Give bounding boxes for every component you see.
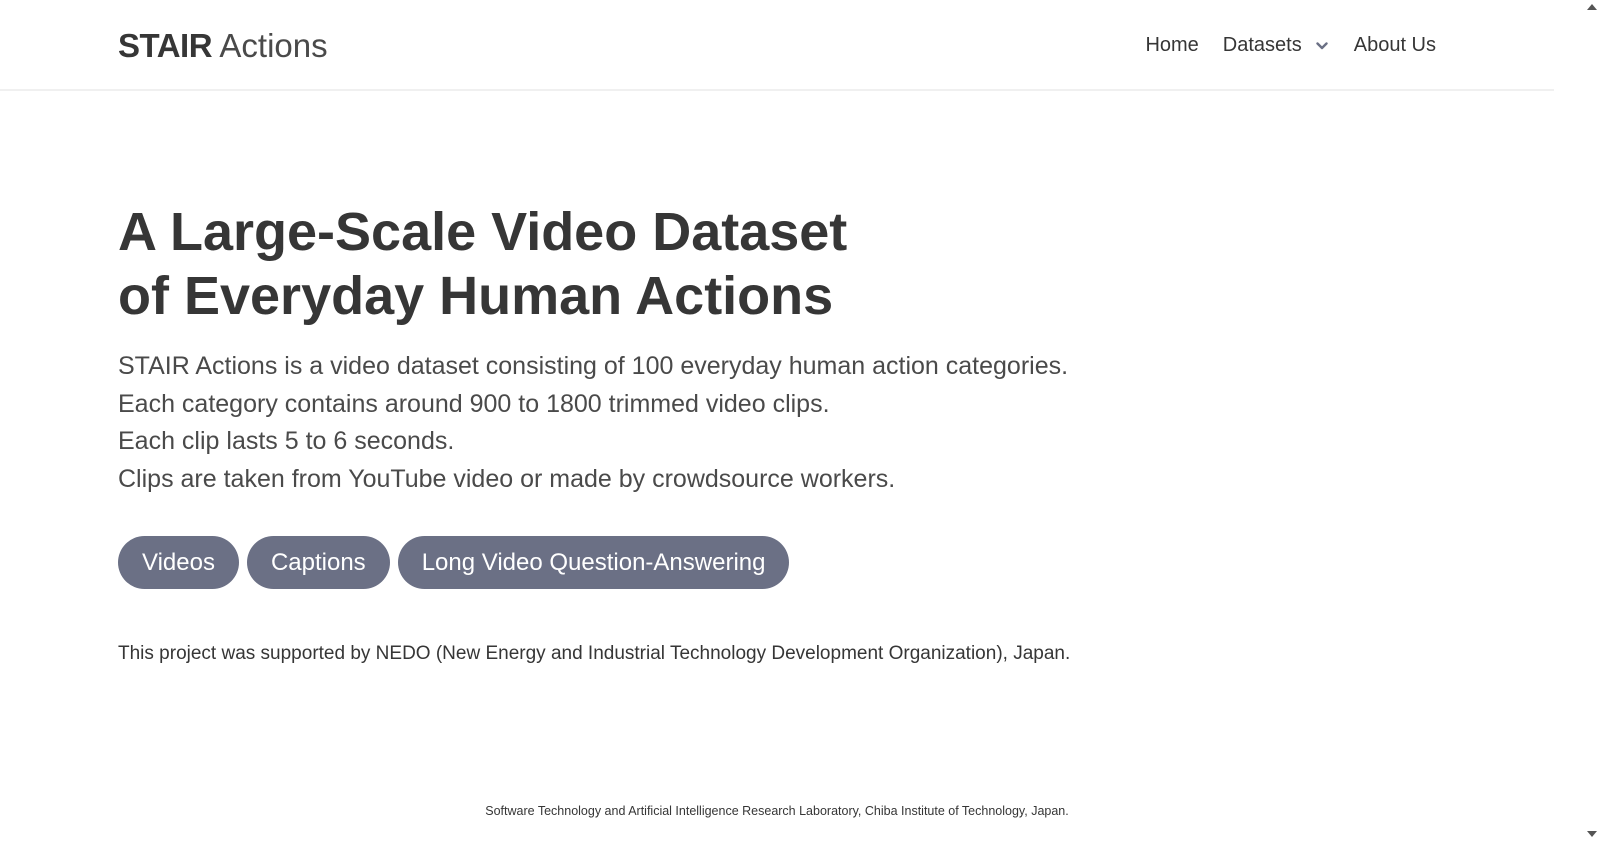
description-line: Each clip lasts 5 to 6 seconds. <box>118 427 455 455</box>
long-video-qa-button[interactable]: Long Video Question-Answering <box>397 536 790 589</box>
vertical-scrollbar[interactable] <box>1585 0 1600 861</box>
dataset-buttons: Videos Captions Long Video Question-Answ… <box>118 536 797 589</box>
captions-button[interactable]: Captions <box>246 536 390 589</box>
support-note: This project was supported by NEDO (New … <box>118 643 1071 664</box>
brand-logo[interactable]: STAIR Actions <box>118 26 328 66</box>
footer-text: Software Technology and Artificial Intel… <box>485 804 1069 818</box>
nav-about-link[interactable]: About Us <box>1354 30 1436 60</box>
brand-name-bold: STAIR <box>118 27 213 64</box>
description-line: Each category contains around 900 to 180… <box>118 389 830 418</box>
nav-datasets-dropdown[interactable]: Datasets <box>1223 30 1328 60</box>
hero-section: A Large-Scale Video Dataset of Everyday … <box>118 200 1218 498</box>
videos-button[interactable]: Videos <box>118 536 239 589</box>
chevron-down-icon <box>1316 42 1328 50</box>
page-title: A Large-Scale Video Dataset of Everyday … <box>118 202 848 326</box>
scroll-up-arrow-icon[interactable] <box>1587 4 1597 10</box>
nav-menu: Home Datasets About Us <box>1145 30 1436 60</box>
nav-home-link[interactable]: Home <box>1145 30 1198 60</box>
description-line: Clips are taken from YouTube video or ma… <box>118 464 896 493</box>
page: STAIR Actions Home Datasets About Us A L… <box>0 0 1600 861</box>
brand-name-light: Actions <box>219 27 328 64</box>
hero-description: STAIR Actions is a video dataset consist… <box>118 348 1218 498</box>
description-line: STAIR Actions is a video dataset consist… <box>118 352 1069 380</box>
navbar: STAIR Actions Home Datasets About Us <box>0 0 1554 91</box>
nav-datasets-label: Datasets <box>1222 34 1302 56</box>
scroll-down-arrow-icon[interactable] <box>1587 831 1597 837</box>
